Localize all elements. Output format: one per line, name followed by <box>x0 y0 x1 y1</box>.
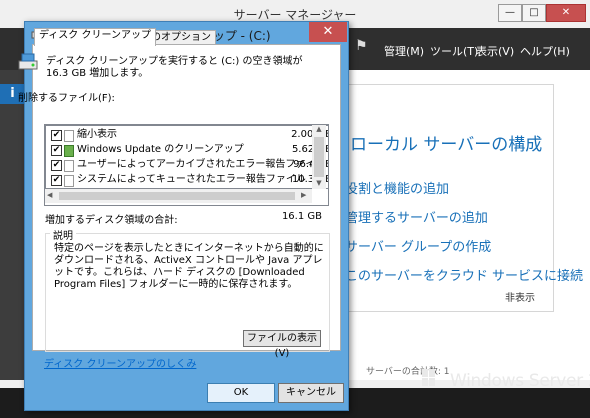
file-checkbox[interactable]: ✔ <box>51 175 62 186</box>
file-icon <box>64 160 74 172</box>
file-row[interactable]: ✔ 縮小表示 2.00 MB <box>46 128 328 142</box>
total-space-label: 増加するディスク領域の合計: <box>45 215 178 226</box>
file-icon <box>64 175 74 187</box>
scroll-down-icon[interactable]: ▼ <box>312 179 326 187</box>
file-checkbox[interactable]: ✔ <box>51 130 62 141</box>
file-row[interactable]: ✔ ユーザーによってアーカイブされたエラー報告ファイル 96.4 KB <box>46 158 328 172</box>
description-group-label: 説明 <box>50 227 76 242</box>
link-connect-cloud[interactable]: このサーバーをクラウド サービスに接続 <box>345 265 583 284</box>
file-icon <box>64 130 74 142</box>
windows-update-icon <box>64 145 74 157</box>
link-create-group[interactable]: サーバー グループの作成 <box>345 236 491 255</box>
welcome-title: ローカル サーバーの構成 <box>350 135 543 155</box>
scroll-up-icon[interactable]: ▲ <box>312 125 326 133</box>
files-to-delete-label: 削除するファイル(F): <box>18 93 115 104</box>
link-add-roles[interactable]: 役割と機能の追加 <box>345 178 449 197</box>
windows-server-brand: Windows Server 20 <box>450 371 590 391</box>
menu-tools[interactable]: ツール(T) <box>430 43 478 59</box>
server-manager-sidebar: i <box>0 70 25 380</box>
vertical-scrollbar[interactable]: ▲ ▼ <box>312 125 326 189</box>
maximize-button[interactable]: □ <box>522 4 546 22</box>
flag-icon[interactable]: ⚑ <box>355 38 368 54</box>
file-name: 縮小表示 <box>77 129 117 140</box>
tab-disk-cleanup[interactable]: ディスク クリーンアップ <box>34 28 156 46</box>
file-name: Windows Update のクリーンアップ <box>77 144 244 155</box>
menu-manage[interactable]: 管理(M) <box>384 43 424 59</box>
cleanup-description: ディスク クリーンアップを実行すると (C:) の空き領域が 16.3 GB 増… <box>46 56 303 79</box>
drive-icon <box>18 53 38 71</box>
cancel-button[interactable]: キャンセル <box>278 383 344 403</box>
file-row[interactable]: ✔ Windows Update のクリーンアップ 5.62 GB <box>46 143 328 157</box>
file-checkbox[interactable]: ✔ <box>51 145 62 156</box>
windows-logo-icon <box>422 369 436 387</box>
horizontal-scroll-thumb[interactable] <box>59 192 295 200</box>
description-text: 特定のページを表示したときにインターネットから自動的にダウンロードされる、Act… <box>54 243 324 290</box>
dialog-close-button[interactable]: ✕ <box>309 22 347 42</box>
server-count: サーバーの合計数: 1 <box>366 367 450 377</box>
ok-button[interactable]: OK <box>207 383 275 403</box>
minimize-button[interactable]: — <box>498 4 522 22</box>
scroll-right-icon[interactable]: ▶ <box>301 191 306 199</box>
menu-help[interactable]: ヘルプ(H) <box>520 43 570 59</box>
learn-how-link[interactable]: ディスク クリーンアップのしくみ <box>44 355 196 370</box>
vertical-scroll-thumb[interactable] <box>314 137 324 177</box>
hide-link[interactable]: 非表示 <box>505 289 535 304</box>
close-button[interactable]: ✕ <box>546 4 586 22</box>
menu-view[interactable]: 表示(V) <box>476 43 514 59</box>
file-list[interactable]: ✔ 縮小表示 2.00 MB ✔ Windows Update のクリーンアップ… <box>45 125 329 189</box>
file-row[interactable]: ✔ システムによってキューされたエラー報告ファイル 10.3 GB <box>46 173 328 187</box>
horizontal-scrollbar[interactable]: ◀ ▶ <box>45 189 312 203</box>
scroll-left-icon[interactable]: ◀ <box>47 191 52 199</box>
file-checkbox[interactable]: ✔ <box>51 160 62 171</box>
link-add-servers[interactable]: 管理するサーバーの追加 <box>345 207 488 226</box>
view-files-button[interactable]: ファイルの表示(V) <box>243 330 321 359</box>
total-space-value: 16.1 GB <box>281 211 322 222</box>
